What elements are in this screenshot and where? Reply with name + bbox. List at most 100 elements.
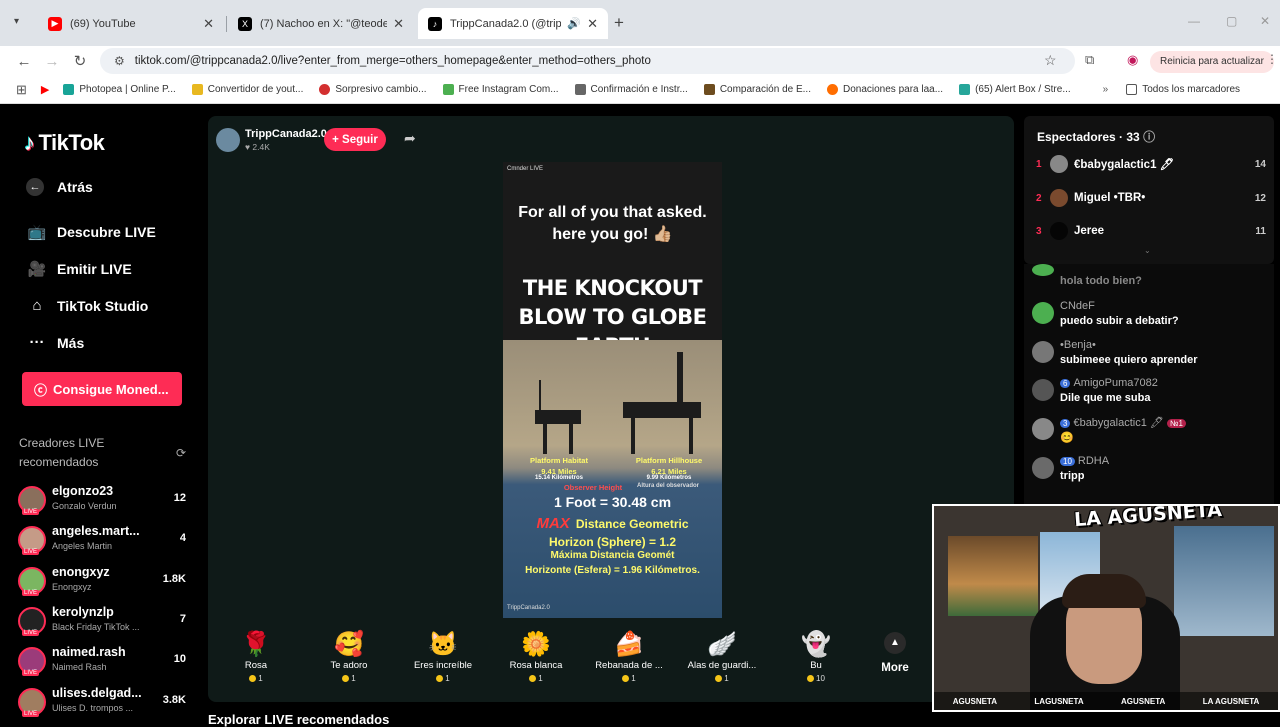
apps-icon[interactable]: ⊞ (16, 82, 27, 98)
coin-icon: ⓒ (34, 382, 48, 398)
expand-icon[interactable]: ⌄ (1144, 246, 1151, 255)
chevron-right-icon[interactable]: » (1103, 84, 1109, 95)
bookmark-alertbox[interactable]: (65) Alert Box / Stre... (959, 84, 1071, 95)
recommended-header: Creadores LIVE recomendados (19, 436, 105, 469)
bookmark-instagram[interactable]: Free Instagram Com... (442, 84, 559, 95)
social-handles: AGUSNETA LAGUSNETA AGUSNETA LA AGUSNETA (934, 692, 1278, 710)
nav-go-live[interactable]: 🎥 Emitir LIVE (26, 260, 132, 278)
wall-poster-left (948, 536, 1038, 616)
reload-icon[interactable]: ↻ (66, 52, 94, 70)
wall-poster-right (1174, 526, 1274, 636)
viewers-title: Espectadores · 33 ⓘ (1037, 130, 1156, 144)
viewers-panel: Espectadores · 33 ⓘ 1 €babygalactic1 🖊 14 … (1024, 116, 1274, 264)
streamer-hair (1062, 574, 1146, 608)
address-bar: ← → ↻ ⚙ tiktok.com/@trippcanada2.0/live?… (0, 46, 1280, 76)
tab-strip: ▾ ▶ (69) YouTube ✕ X (7) Nachoo en X: "@… (0, 0, 1280, 46)
site-info-icon[interactable]: ⚙ (114, 54, 125, 68)
forward-arrow-icon[interactable]: → (38, 53, 66, 70)
nav-more[interactable]: ··· Más (26, 334, 85, 351)
webcam-overlay: LA AGUSNETA AGUSNETA LAGUSNETA AGUSNETA LA … (932, 504, 1280, 712)
follow-button[interactable]: + Seguir (324, 128, 386, 151)
profile-icon[interactable]: ◉ (1127, 52, 1138, 68)
tab-title: (69) YouTube (70, 17, 136, 30)
youtube-bookmark-icon[interactable]: ▶ (41, 83, 49, 96)
info-icon: ⓘ (1143, 130, 1156, 144)
creator-item[interactable]: LIVE naimed.rash Naimed Rash 10 (18, 645, 190, 681)
creator-item[interactable]: LIVE angeles.mart... Angeles Martin 4 (18, 524, 190, 560)
bookmark-donaciones[interactable]: Donaciones para laa... (826, 84, 943, 95)
tab-search-button[interactable]: ▾ (14, 16, 19, 27)
gift-item[interactable]: 🪽 Alas de guardi... 1 (677, 630, 767, 683)
camera-icon: 🎥 (27, 261, 47, 278)
back-link[interactable]: ← Atrás (26, 178, 93, 196)
maximize-button[interactable]: ▢ (1226, 14, 1237, 28)
video-caption: For all of you that asked. here you go! … (518, 204, 707, 243)
new-tab-button[interactable]: + (614, 13, 624, 33)
get-coins-button[interactable]: ⓒ Consigue Moned... (22, 372, 182, 406)
gift-item[interactable]: 👻 Bu 10 (771, 630, 861, 683)
update-button[interactable]: Reinicia para actualizar (1150, 51, 1274, 73)
star-icon[interactable]: ☆ (1044, 52, 1057, 69)
viewer-row[interactable]: 3 Jeree 11 (1036, 220, 1266, 242)
gift-item[interactable]: 🌹 Rosa 1 (211, 630, 301, 683)
bookmark-comparacion[interactable]: Comparación de E... (703, 84, 811, 95)
minimize-button[interactable]: — (1188, 14, 1200, 28)
chevron-up-icon: ▲ (884, 632, 906, 654)
creator-item[interactable]: LIVE ulises.delgad... Ulises D. trompos … (18, 686, 190, 722)
youtube-icon: ▶ (48, 16, 62, 31)
close-window-button[interactable]: ✕ (1260, 14, 1270, 28)
tiktok-logo[interactable]: ♪ TikTok (24, 130, 105, 156)
bookmark-sorpresivo[interactable]: Sorpresivo cambio... (319, 84, 427, 95)
bookmark-convertidor[interactable]: Convertidor de yout... (191, 84, 303, 95)
host-avatar[interactable] (216, 128, 240, 152)
tiktok-logo-icon: ♪ (24, 130, 35, 155)
live-video[interactable]: Cmnder LIVE For all of you that asked. h… (503, 162, 722, 618)
oil-platform-image: Platform Habitat 9.41 Miles 15.14 Kilóme… (503, 340, 722, 618)
tab-title: TrippCanada2.0 (@trippcan (450, 17, 562, 30)
extensions-icon[interactable]: ⧉ (1085, 52, 1094, 68)
host-name[interactable]: TrippCanada2.0 (245, 128, 327, 140)
bookmark-confirmacion[interactable]: Confirmación e Instr... (574, 84, 688, 95)
bookmarks-bar: ⊞ ▶ Photopea | Online P... Convertidor d… (0, 76, 1280, 104)
viewer-row[interactable]: 2 Miguel •TBR• 12 (1036, 187, 1266, 209)
menu-icon[interactable]: ⋮ (1266, 52, 1278, 66)
tiktok-icon: ♪ (428, 16, 442, 31)
close-icon[interactable]: ✕ (203, 16, 214, 32)
url-text: tiktok.com/@trippcanada2.0/live?enter_fr… (134, 55, 651, 67)
back-arrow-icon[interactable]: ← (10, 53, 38, 70)
nav-tiktok-studio[interactable]: ⌂ TikTok Studio (26, 297, 148, 314)
speaker-icon[interactable]: 🔊 (567, 17, 581, 30)
tiktok-page: ♪ TikTok ← Atrás 📺 Descubre LIVE 🎥 Emitir … (0, 104, 1280, 727)
live-stage: TrippCanada2.0 ♥ 2.4K + Seguir ➦ Cmnder … (208, 116, 1014, 702)
studio-icon: ⌂ (32, 297, 42, 314)
creator-item[interactable]: LIVE enongxyz Enongxyz 1.8K (18, 565, 190, 601)
tab-x[interactable]: X (7) Nachoo en X: "@teodeliaa @ ✕ (228, 8, 414, 39)
close-icon[interactable]: ✕ (393, 16, 404, 32)
more-gifts-button[interactable]: ▲ More (880, 632, 910, 674)
video-tag: Cmnder LIVE (507, 166, 544, 172)
viewer-row[interactable]: 1 €babygalactic1 🖊 14 (1036, 153, 1266, 175)
all-bookmarks[interactable]: Todos los marcadores (1126, 84, 1240, 95)
sidebar: ♪ TikTok ← Atrás 📺 Descubre LIVE 🎥 Emitir … (0, 104, 200, 720)
tab-youtube[interactable]: ▶ (69) YouTube ✕ (38, 8, 224, 39)
gift-bar: 🌹 Rosa 1 🥰 Te adoro 1 🐱 Eres increíble 1 🌼 Rosa… (215, 620, 915, 692)
url-field[interactable]: ⚙ tiktok.com/@trippcanada2.0/live?enter_… (100, 48, 1075, 74)
gift-item[interactable]: 🍰 Rebanada de ... 1 (584, 630, 674, 683)
gift-item[interactable]: 🌼 Rosa blanca 1 (491, 630, 581, 683)
refresh-icon[interactable]: ⟳ (176, 446, 186, 460)
creator-item[interactable]: LIVE kerolynzlp Black Friday TikTok ... … (18, 605, 190, 641)
tab-title: (7) Nachoo en X: "@teodeliaa @ (260, 17, 388, 30)
back-icon: ← (26, 178, 44, 196)
creator-item[interactable]: LIVE elgonzo23 Gonzalo Verdun 12 (18, 484, 190, 520)
folder-icon (1126, 84, 1138, 95)
tab-tiktok[interactable]: ♪ TrippCanada2.0 (@trippcan 🔊 ✕ (418, 8, 608, 39)
bookmark-photopea[interactable]: Photopea | Online P... (63, 84, 176, 95)
gift-item[interactable]: 🥰 Te adoro 1 (304, 630, 394, 683)
share-icon[interactable]: ➦ (404, 130, 416, 147)
more-icon: ··· (29, 334, 45, 351)
nav-discover-live[interactable]: 📺 Descubre LIVE (26, 223, 156, 241)
close-icon[interactable]: ✕ (587, 16, 598, 32)
x-icon: X (238, 16, 252, 31)
host-likes: ♥ 2.4K (245, 142, 270, 152)
gift-item[interactable]: 🐱 Eres increíble 1 (398, 630, 488, 683)
